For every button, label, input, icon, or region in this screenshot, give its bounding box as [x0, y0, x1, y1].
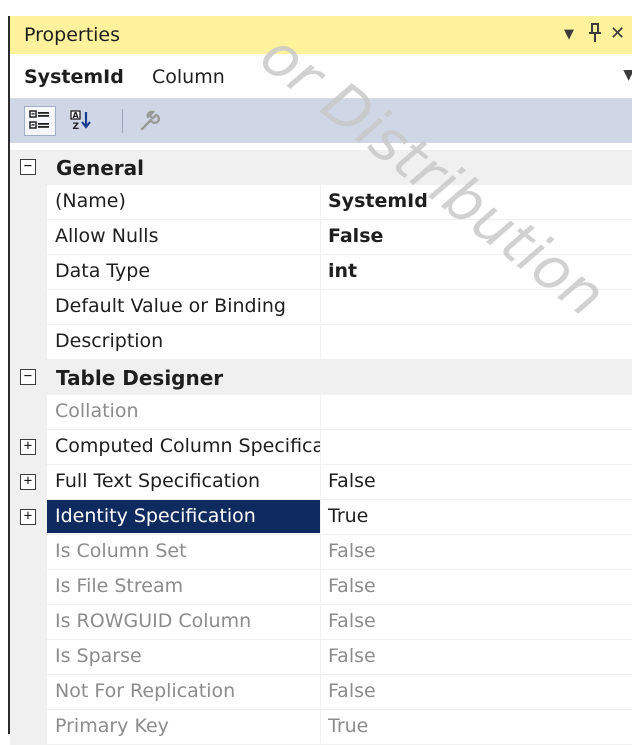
property-pages-button[interactable]: [134, 106, 166, 136]
property-name: (Name): [47, 185, 321, 218]
property-value[interactable]: [322, 325, 632, 358]
category-general[interactable]: − General: [10, 150, 632, 185]
property-value[interactable]: False: [322, 535, 632, 568]
property-name: Full Text Specification: [47, 465, 321, 498]
category-table-designer[interactable]: − Table Designer: [10, 360, 632, 395]
property-value[interactable]: [322, 395, 632, 428]
property-value[interactable]: False: [322, 640, 632, 673]
property-row[interactable]: Is File Stream False: [10, 570, 632, 605]
property-value[interactable]: False: [322, 220, 632, 253]
object-type: Column: [152, 66, 225, 88]
property-name: Is ROWGUID Column: [47, 605, 321, 638]
row-gutter: [10, 535, 47, 569]
property-grid: − General (Name) SystemId Allow Nulls Fa…: [10, 150, 632, 745]
chevron-down-icon[interactable]: ▼: [623, 67, 632, 83]
property-row[interactable]: Default Value or Binding: [10, 290, 632, 325]
row-gutter: [10, 640, 47, 674]
property-name: Allow Nulls: [47, 220, 321, 253]
property-row[interactable]: Data Type int: [10, 255, 632, 290]
category-label: General: [56, 156, 144, 180]
property-row[interactable]: Primary Key True: [10, 710, 632, 745]
property-value[interactable]: SystemId: [322, 185, 632, 218]
property-name: Not For Replication: [47, 675, 321, 708]
categorized-button[interactable]: [24, 106, 56, 136]
property-value[interactable]: int: [322, 255, 632, 288]
collapse-icon[interactable]: −: [20, 369, 36, 385]
property-row[interactable]: Description: [10, 325, 632, 360]
row-gutter: [10, 220, 47, 254]
property-value[interactable]: [322, 430, 632, 463]
row-gutter: [10, 325, 47, 359]
dropdown-arrow-icon[interactable]: ▼: [564, 27, 574, 42]
alphabetical-button[interactable]: A Z: [66, 106, 98, 136]
expand-icon[interactable]: +: [20, 509, 36, 525]
property-value[interactable]: False: [322, 675, 632, 708]
expand-icon[interactable]: +: [20, 439, 36, 455]
property-row[interactable]: + Full Text Specification False: [10, 465, 632, 500]
property-name: Is Sparse: [47, 640, 321, 673]
svg-text:A: A: [73, 111, 80, 120]
object-name: SystemId: [24, 66, 124, 88]
row-gutter: [10, 185, 47, 219]
property-name: Description: [47, 325, 321, 358]
property-name: Data Type: [47, 255, 321, 288]
svg-text:Z: Z: [73, 122, 80, 132]
property-value[interactable]: True: [322, 500, 632, 533]
wrench-icon: [140, 110, 161, 131]
collapse-icon[interactable]: −: [20, 159, 36, 175]
category-label: Table Designer: [56, 366, 224, 390]
property-row[interactable]: Allow Nulls False: [10, 220, 632, 255]
property-name: Is File Stream: [47, 570, 321, 603]
pin-icon[interactable]: [588, 23, 602, 48]
toolbar-separator: [122, 109, 123, 133]
property-name: Is Column Set: [47, 535, 321, 568]
property-row[interactable]: Is Sparse False: [10, 640, 632, 675]
row-gutter: [10, 255, 47, 289]
property-row[interactable]: Not For Replication False: [10, 675, 632, 710]
property-name: Default Value or Binding: [47, 290, 321, 323]
row-gutter: [10, 570, 47, 604]
property-row[interactable]: Collation: [10, 395, 632, 430]
row-gutter: [10, 290, 47, 324]
row-gutter: [10, 710, 47, 744]
panel-title: Properties: [24, 24, 121, 46]
properties-panel: Properties ▼ ✕ SystemId Column ▼ A Z − G…: [8, 16, 632, 745]
property-row[interactable]: Is ROWGUID Column False: [10, 605, 632, 640]
property-row[interactable]: Is Column Set False: [10, 535, 632, 570]
property-value[interactable]: False: [322, 570, 632, 603]
row-gutter: [10, 675, 47, 709]
close-icon[interactable]: ✕: [610, 23, 625, 44]
property-name: Primary Key: [47, 710, 321, 743]
property-name: Identity Specification: [47, 500, 321, 533]
property-row[interactable]: (Name) SystemId: [10, 185, 632, 220]
expand-icon[interactable]: +: [20, 474, 36, 490]
property-value[interactable]: True: [322, 710, 632, 743]
object-selector[interactable]: SystemId Column ▼: [10, 54, 632, 99]
property-value[interactable]: [322, 290, 632, 323]
row-gutter: [10, 395, 47, 429]
alphabetical-icon: A Z: [70, 110, 91, 132]
properties-toolbar: A Z: [10, 99, 632, 143]
property-row[interactable]: + Computed Column Specifica: [10, 430, 632, 465]
property-row-selected[interactable]: + Identity Specification True: [10, 500, 632, 535]
property-name: Computed Column Specifica: [47, 430, 321, 463]
row-gutter: [10, 605, 47, 639]
categorized-icon: [29, 110, 49, 129]
property-value[interactable]: False: [322, 605, 632, 638]
property-name: Collation: [47, 395, 321, 428]
property-value[interactable]: False: [322, 465, 632, 498]
panel-titlebar: Properties ▼ ✕: [10, 16, 632, 55]
